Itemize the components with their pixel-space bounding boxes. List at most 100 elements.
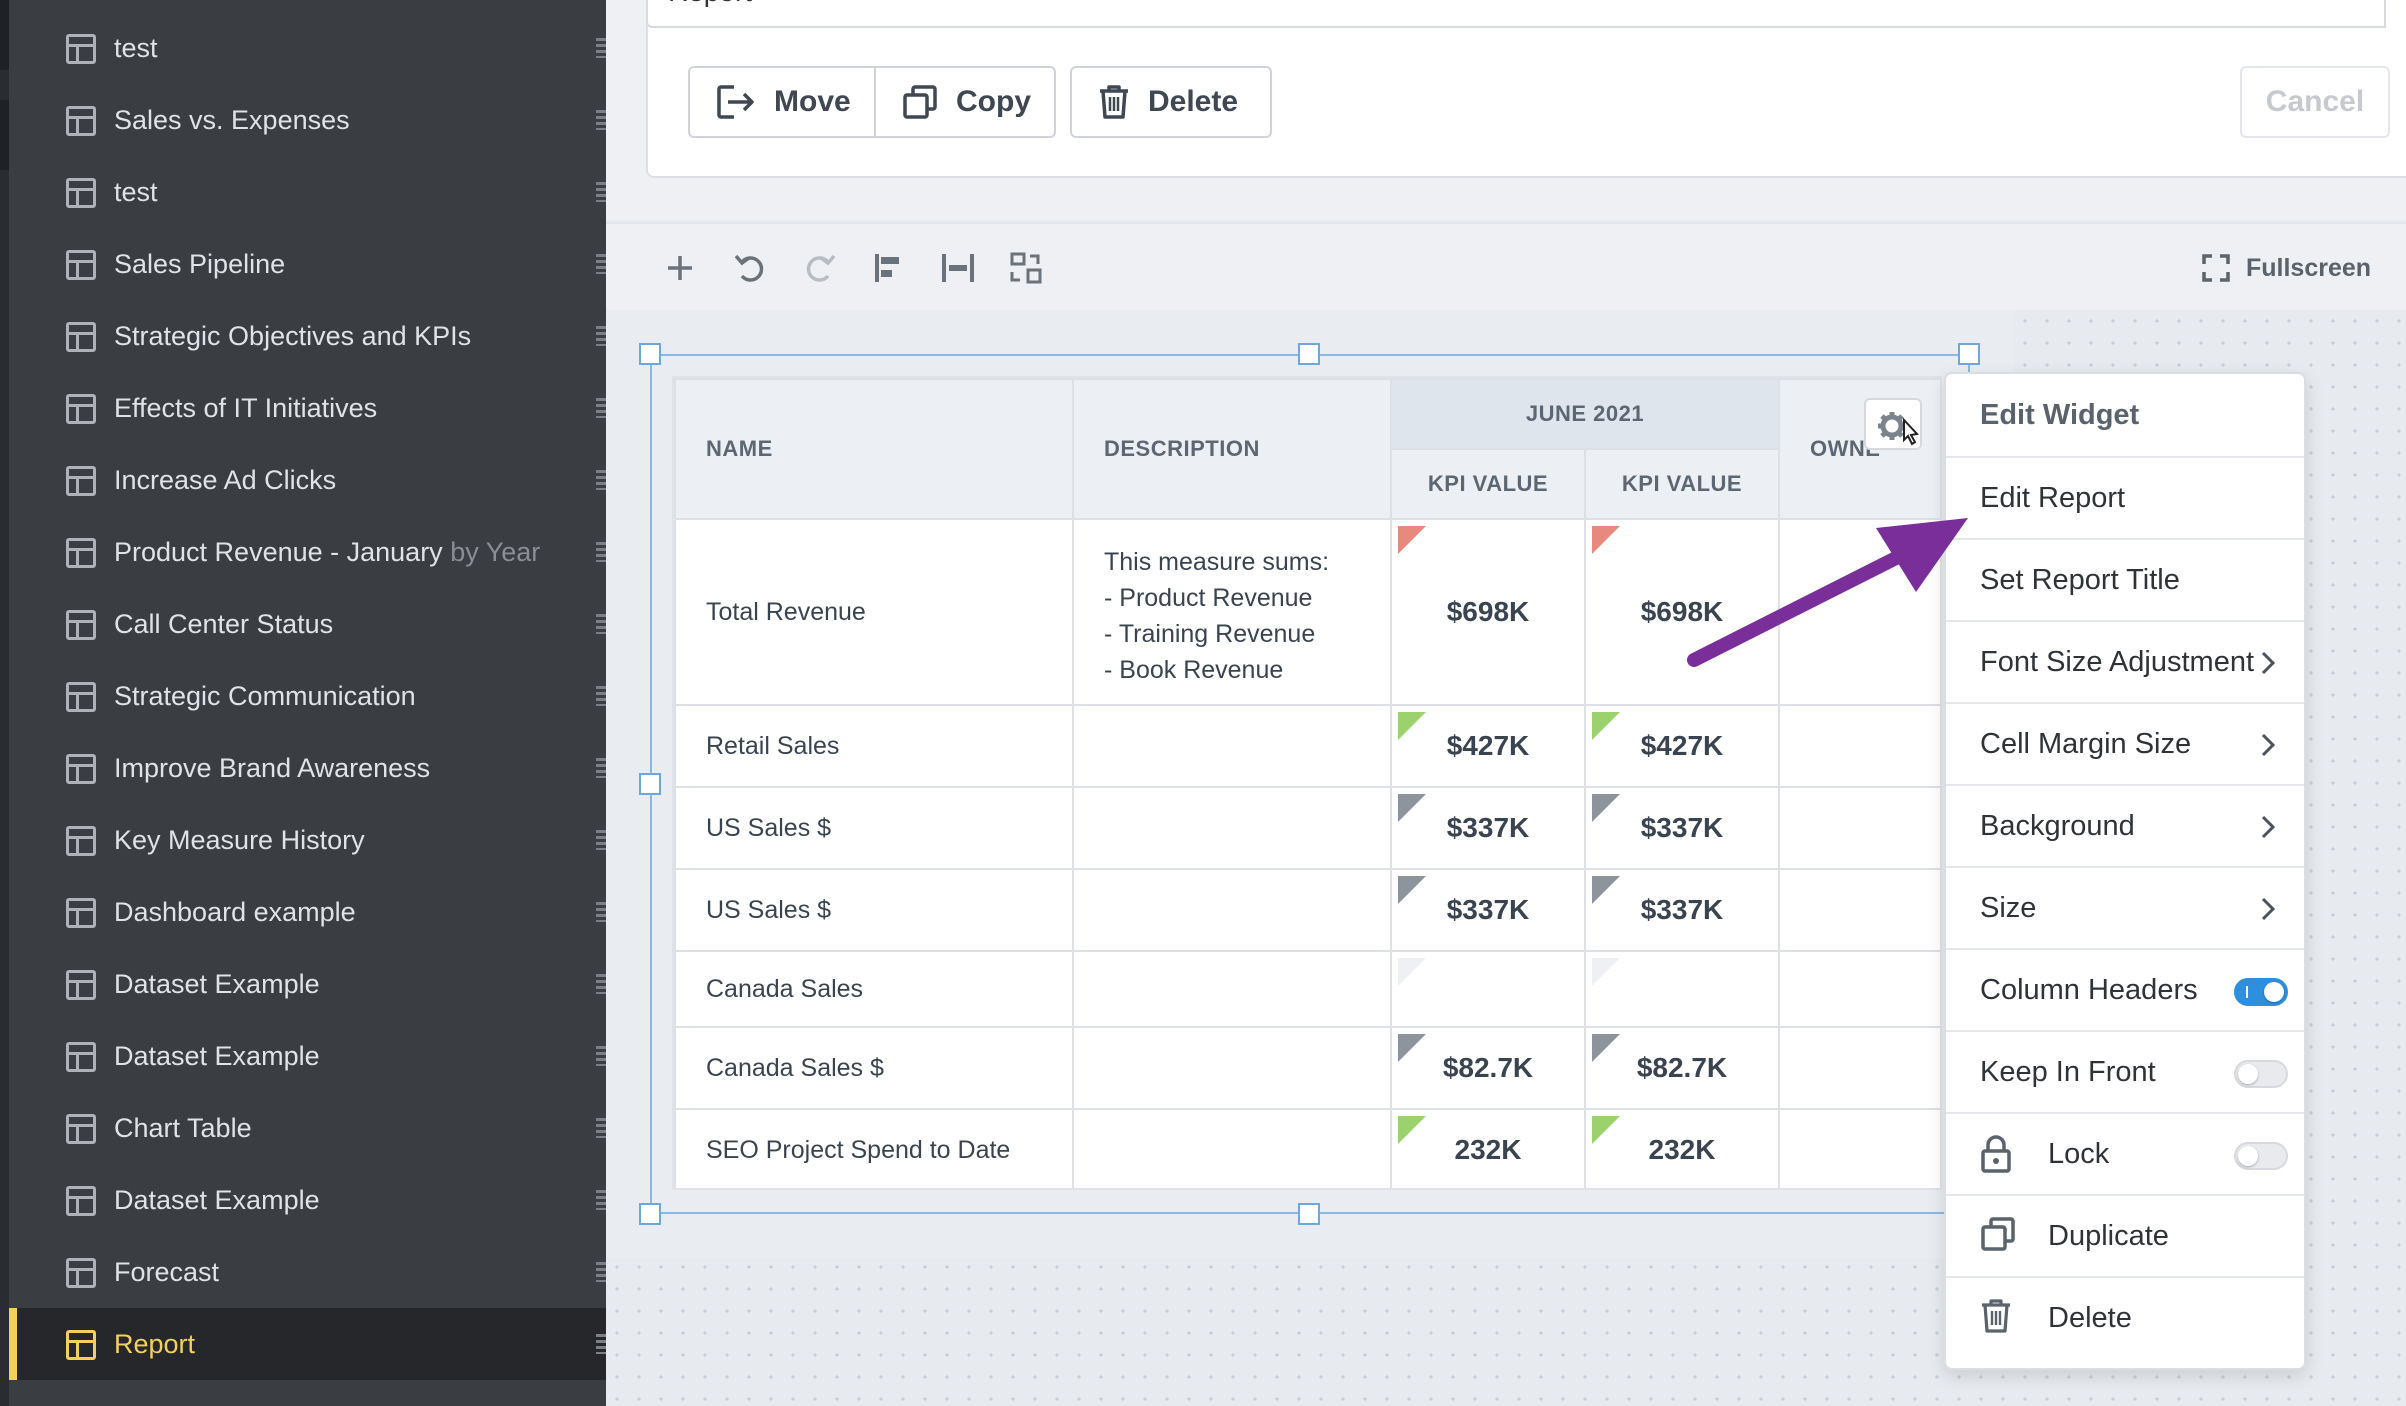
sidebar-item[interactable]: Dataset Example xyxy=(9,1020,606,1092)
menu-item-font-size-adjustment[interactable]: Font Size Adjustment xyxy=(1946,620,2304,702)
copy-button[interactable]: Copy xyxy=(874,66,1056,138)
drag-handle-icon[interactable] xyxy=(596,470,606,490)
sidebar-item[interactable]: Increase Ad Clicks xyxy=(9,444,606,516)
fullscreen-label: Fullscreen xyxy=(2246,253,2372,282)
resize-handle-top-right[interactable] xyxy=(1958,343,1980,365)
drag-handle-icon[interactable] xyxy=(596,1262,606,1282)
sidebar-item[interactable]: Sales vs. Expenses xyxy=(9,84,606,156)
drag-handle-icon[interactable] xyxy=(596,1118,606,1138)
sidebar-item[interactable]: Call Center Status xyxy=(9,588,606,660)
sidebar-item-label: Increase Ad Clicks xyxy=(114,464,337,495)
description-line: This measure sums: xyxy=(1104,548,1330,576)
drag-handle-icon[interactable] xyxy=(596,686,606,706)
column-headers-toggle[interactable] xyxy=(2234,978,2288,1006)
drag-handle-icon[interactable] xyxy=(596,974,606,994)
menu-item-label: Font Size Adjustment xyxy=(1980,645,2255,678)
sidebar-item-label: Strategic Communication xyxy=(114,680,416,711)
undo-icon[interactable] xyxy=(728,246,772,290)
cancel-button[interactable]: Cancel xyxy=(2240,66,2390,138)
sidebar-item[interactable]: Sales Pipeline xyxy=(9,228,606,300)
sidebar-item[interactable]: Dataset Example xyxy=(9,1164,606,1236)
cell-description xyxy=(1072,950,1392,1028)
resize-handle-bottom-center[interactable] xyxy=(1298,1203,1320,1225)
menu-item-size[interactable]: Size xyxy=(1946,866,2304,948)
cell-description: This measure sums: - Product Revenue - Tra… xyxy=(1072,518,1392,706)
report-icon xyxy=(66,322,96,352)
drag-handle-icon[interactable] xyxy=(596,1190,606,1210)
fullscreen-button[interactable]: Fullscreen xyxy=(2202,246,2371,290)
drag-handle-icon[interactable] xyxy=(596,110,606,130)
report-title-field[interactable] xyxy=(646,0,2386,28)
chevron-right-icon xyxy=(2261,897,2276,921)
sidebar-item[interactable]: Strategic Objectives and KPIs xyxy=(9,300,606,372)
sidebar-item-label: Improve Brand Awareness xyxy=(114,752,431,783)
sidebar-item[interactable]: Forecast xyxy=(9,1236,606,1308)
sidebar-item[interactable]: Effects of IT Initiatives xyxy=(9,372,606,444)
lock-toggle[interactable] xyxy=(2234,1142,2288,1170)
sidebar-item[interactable]: test xyxy=(9,156,606,228)
report-icon xyxy=(66,754,96,784)
cell-description xyxy=(1072,704,1392,788)
cell-kpi-value: $337K xyxy=(1584,786,1780,870)
move-button[interactable]: Move xyxy=(688,66,876,138)
arrange-icon[interactable] xyxy=(1004,246,1048,290)
report-table-widget[interactable]: NAME DESCRIPTION JUNE 2021 OWNE KPI VALU… xyxy=(672,376,1942,1190)
sidebar-item[interactable]: Key Measure History xyxy=(9,804,606,876)
drag-handle-icon[interactable] xyxy=(596,830,606,850)
resize-handle-bottom-left[interactable] xyxy=(639,1203,661,1225)
distribute-icon[interactable] xyxy=(936,246,980,290)
sidebar-item[interactable]: Chart Table xyxy=(9,1092,606,1164)
resize-handle-top-center[interactable] xyxy=(1298,343,1320,365)
report-title-input[interactable] xyxy=(668,0,1468,8)
sidebar-item[interactable]: Improve Brand Awareness xyxy=(9,732,606,804)
sidebar-item-label-part: Product Revenue - January xyxy=(114,536,451,567)
cell-description xyxy=(1072,1108,1392,1188)
drag-handle-icon[interactable] xyxy=(596,254,606,274)
menu-item-keep-in-front[interactable]: Keep In Front xyxy=(1946,1030,2304,1112)
drag-handle-icon[interactable] xyxy=(596,902,606,922)
menu-item-lock[interactable]: Lock xyxy=(1946,1112,2304,1194)
table-row: Retail Sales $427K $427K xyxy=(674,704,1940,788)
drag-handle-icon[interactable] xyxy=(596,542,606,562)
drag-handle-icon[interactable] xyxy=(596,614,606,634)
resize-handle-top-left[interactable] xyxy=(639,343,661,365)
column-group-period: JUNE 2021 xyxy=(1390,378,1780,450)
menu-item-duplicate[interactable]: Duplicate xyxy=(1946,1194,2304,1276)
menu-item-cell-margin-size[interactable]: Cell Margin Size xyxy=(1946,702,2304,784)
sidebar-item[interactable]: Dataset Example xyxy=(9,948,606,1020)
description-line: - Product Revenue xyxy=(1104,584,1313,612)
kpi-value: 232K xyxy=(1454,1134,1522,1165)
drag-handle-icon[interactable] xyxy=(596,38,606,58)
drag-handle-icon[interactable] xyxy=(596,1334,606,1354)
sidebar-item[interactable]: test xyxy=(9,12,606,84)
cell-kpi-value: $337K xyxy=(1584,868,1780,952)
sidebar-item[interactable]: Product Revenue - January by Year xyxy=(9,516,606,588)
menu-item-delete[interactable]: Delete xyxy=(1946,1276,2304,1358)
add-icon[interactable] xyxy=(658,246,702,290)
redo-icon[interactable] xyxy=(798,246,842,290)
kpi-value: $337K xyxy=(1446,894,1530,925)
column-header-description: DESCRIPTION xyxy=(1072,378,1392,520)
drag-handle-icon[interactable] xyxy=(596,1046,606,1066)
menu-item-background[interactable]: Background xyxy=(1946,784,2304,866)
keep-in-front-toggle[interactable] xyxy=(2234,1060,2288,1088)
widget-settings-button[interactable] xyxy=(1864,398,1922,450)
sidebar-item[interactable]: Report xyxy=(9,1308,606,1380)
align-left-icon[interactable] xyxy=(868,246,912,290)
sidebar-item[interactable]: Dashboard example xyxy=(9,876,606,948)
menu-item-column-headers[interactable]: Column Headers xyxy=(1946,948,2304,1030)
menu-item-set-report-title[interactable]: Set Report Title xyxy=(1946,538,2304,620)
cell-owner xyxy=(1778,950,1940,1028)
sidebar-item[interactable]: Strategic Communication xyxy=(9,660,606,732)
drag-handle-icon[interactable] xyxy=(596,326,606,346)
delete-button[interactable]: Delete xyxy=(1070,66,1272,138)
cell-name: Retail Sales xyxy=(674,704,1074,788)
drag-handle-icon[interactable] xyxy=(596,398,606,418)
resize-handle-middle-left[interactable] xyxy=(639,773,661,795)
drag-handle-icon[interactable] xyxy=(596,758,606,778)
sidebar-item-label: Effects of IT Initiatives xyxy=(114,392,378,423)
drag-handle-icon[interactable] xyxy=(596,182,606,202)
move-button-label: Move xyxy=(774,85,851,118)
report-icon xyxy=(66,610,96,640)
menu-item-edit-report[interactable]: Edit Report xyxy=(1946,456,2304,538)
